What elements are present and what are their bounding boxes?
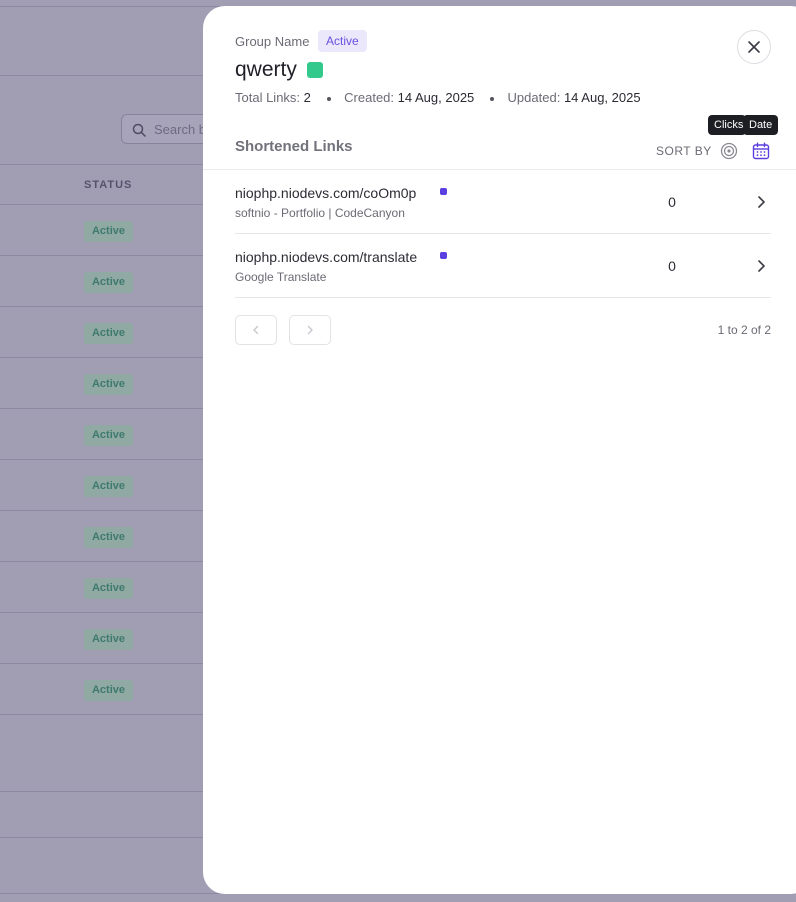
link-url[interactable]: niophp.niodevs.com/translate <box>235 249 417 265</box>
next-page-button[interactable] <box>289 315 331 345</box>
status-badge: Active <box>84 374 133 395</box>
link-row[interactable]: niophp.niodevs.com/translate Google Tran… <box>235 234 771 298</box>
status-badge: Active <box>84 578 133 599</box>
date-tooltip: Date <box>743 115 779 135</box>
search-icon <box>132 123 146 137</box>
updated-label: Updated: <box>507 90 561 105</box>
separator-dot <box>489 96 494 101</box>
group-title: qwerty <box>235 58 297 81</box>
total-links-label: Total Links: <box>235 90 301 105</box>
previous-page-button[interactable] <box>235 315 277 345</box>
status-badge: Active <box>84 680 133 701</box>
chevron-right-icon[interactable] <box>753 194 769 210</box>
clicks-tooltip: Clicks <box>708 115 746 135</box>
close-button[interactable] <box>737 30 771 64</box>
status-dot <box>440 252 447 259</box>
target-icon <box>720 142 738 160</box>
sort-by-clicks-button[interactable] <box>718 140 740 162</box>
group-details-modal: Group Name Active qwerty Total Links: 2 … <box>203 6 796 894</box>
status-badge: Active <box>318 30 367 52</box>
sort-by-label: SORT BY <box>656 144 712 158</box>
group-color-swatch <box>307 62 323 78</box>
link-title: Google Translate <box>235 270 327 284</box>
status-badge: Active <box>84 425 133 446</box>
click-count: 0 <box>668 194 676 210</box>
updated-value: 14 Aug, 2025 <box>563 90 641 105</box>
status-badge: Active <box>84 476 133 497</box>
sort-by-date-button[interactable] <box>750 140 772 162</box>
link-url[interactable]: niophp.niodevs.com/coOm0p <box>235 185 416 201</box>
separator-dot <box>326 96 331 101</box>
created-value: 14 Aug, 2025 <box>397 90 475 105</box>
status-badge: Active <box>84 527 133 548</box>
created-label: Created: <box>344 90 395 105</box>
group-meta: Total Links: 2 Created: 14 Aug, 2025 Upd… <box>235 90 641 105</box>
status-badge: Active <box>84 629 133 650</box>
search-placeholder: Search b <box>154 122 207 137</box>
link-row[interactable]: niophp.niodevs.com/coOm0p softnio - Port… <box>235 170 771 234</box>
chevron-left-icon <box>253 325 259 335</box>
calendar-icon <box>752 142 770 160</box>
chevron-right-icon <box>307 325 313 335</box>
status-badge: Active <box>84 272 133 293</box>
click-count: 0 <box>668 258 676 274</box>
pagination-info: 1 to 2 of 2 <box>717 323 771 337</box>
status-badge: Active <box>84 323 133 344</box>
group-name-label: Group Name <box>235 34 310 49</box>
total-links-value: 2 <box>303 90 311 105</box>
chevron-right-icon[interactable] <box>753 258 769 274</box>
status-dot <box>440 188 447 195</box>
status-badge: Active <box>84 221 133 242</box>
status-column-header: STATUS <box>84 179 133 191</box>
close-icon <box>748 41 760 53</box>
link-title: softnio - Portfolio | CodeCanyon <box>235 206 405 220</box>
section-title: Shortened Links <box>235 138 353 155</box>
